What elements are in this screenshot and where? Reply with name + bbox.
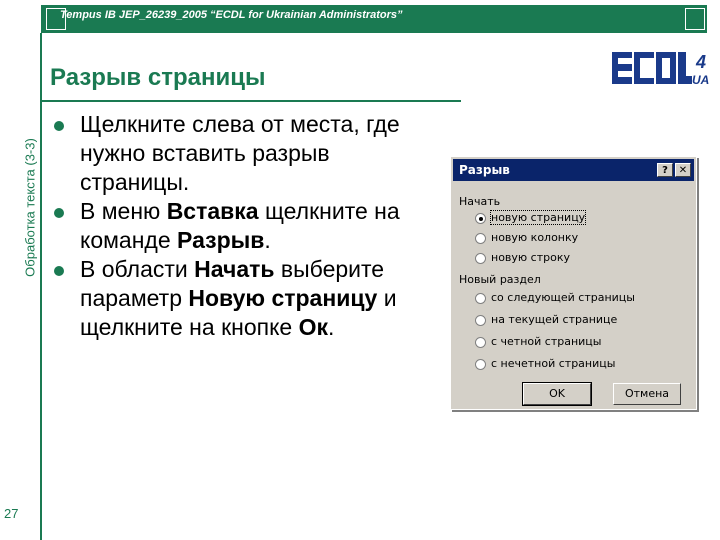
radio-label: с нечетной страницы <box>491 357 616 370</box>
radio-icon <box>475 337 486 348</box>
bullet-item: В меню Вставка щелкните на команде Разры… <box>54 197 424 255</box>
close-button[interactable]: ✕ <box>675 163 691 177</box>
radio-icon <box>475 359 486 370</box>
bullet-dot-icon <box>54 208 64 218</box>
radio-icon <box>475 253 486 264</box>
header-square-right-icon <box>685 8 705 30</box>
bullet-dot-icon <box>54 121 64 131</box>
title-underline <box>41 100 461 102</box>
radio-icon <box>475 315 486 326</box>
bullet-text: . <box>328 314 335 340</box>
left-rule <box>40 33 42 540</box>
bullet-text: Щелкните слева от места, где нужно встав… <box>80 111 400 195</box>
bullet-emphasis: Ок <box>298 314 328 340</box>
bullet-item: Щелкните слева от места, где нужно встав… <box>54 110 424 197</box>
bullet-list: Щелкните слева от места, где нужно встав… <box>54 110 424 342</box>
header-title: Tempus IB JEP_26239_2005 “ECDL for Ukrai… <box>60 9 403 21</box>
ecdl-logo-icon: 4 UA <box>612 52 709 87</box>
bullet-emphasis: Вставка <box>166 198 259 224</box>
bullet-dot-icon <box>54 266 64 276</box>
cancel-button[interactable]: Отмена <box>613 383 681 405</box>
bullet-emphasis: Разрыв <box>177 227 265 253</box>
break-dialog: Разрыв ? ✕ Начать новую страницу новую к… <box>450 156 697 410</box>
radio-label: со следующей страницы <box>491 291 635 304</box>
radio-label: с четной страницы <box>491 335 602 348</box>
radio-label: новую строку <box>491 251 570 264</box>
dialog-titlebar: Разрыв ? ✕ <box>453 159 694 181</box>
bullet-item: В области Начать выберите параметр Новую… <box>54 255 424 342</box>
logo-ua: UA <box>692 73 709 87</box>
dialog-title: Разрыв <box>459 163 510 177</box>
radio-label: новую колонку <box>491 231 579 244</box>
radio-label: на текущей странице <box>491 313 618 326</box>
radio-icon <box>475 233 486 244</box>
bullet-text: В меню <box>80 198 167 224</box>
section-group-label: Новый раздел <box>459 273 541 286</box>
slide-number: 27 <box>4 506 19 521</box>
radio-selected-icon <box>475 213 486 224</box>
help-button[interactable]: ? <box>657 163 673 177</box>
bullet-emphasis: Начать <box>194 256 275 282</box>
slide-title: Разрыв страницы <box>50 64 266 91</box>
bullet-text: . <box>264 227 271 253</box>
start-group-label: Начать <box>459 195 501 208</box>
section-vertical-label: Обработка текста (3-3) <box>22 138 38 277</box>
logo-digit: 4 <box>695 52 706 72</box>
radio-label: новую страницу <box>489 210 587 225</box>
radio-icon <box>475 293 486 304</box>
ok-button[interactable]: OK <box>522 382 592 406</box>
bullet-text: В области <box>80 256 195 282</box>
bullet-emphasis: Новую страницу <box>188 285 378 311</box>
